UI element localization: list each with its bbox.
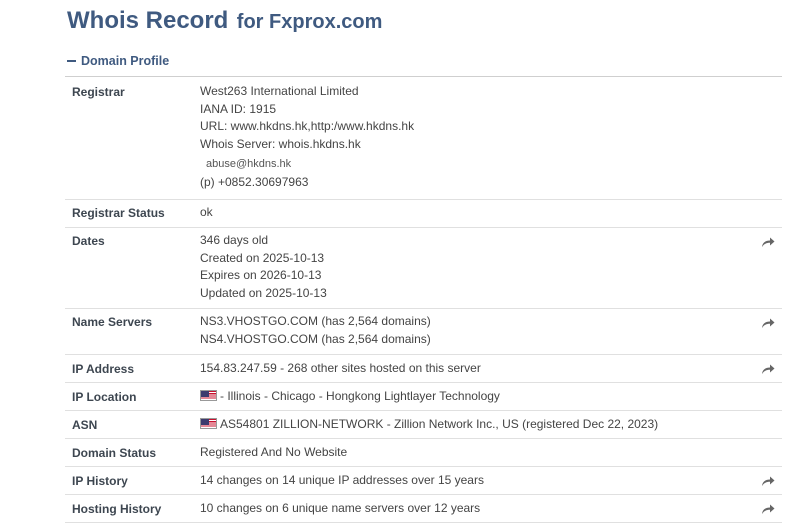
domain-profile-table: Registrar West263 International Limited …: [65, 76, 782, 523]
name-servers-value: NS3.VHOSTGO.COM (has 2,564 domains) NS4.…: [200, 313, 431, 348]
row-label-ip-location: IP Location: [72, 390, 137, 404]
domain-age: 346 days old: [200, 233, 269, 247]
page-title-main: Whois Record: [67, 7, 229, 34]
registrar-phone: (p) +0852.30697963: [200, 174, 309, 189]
page-title-domain: for Fxprox.com: [236, 11, 383, 33]
row-ip-address: IP Address 154.83.247.59 - 268 other sit…: [65, 355, 782, 383]
row-domain-status: Domain Status Registered And No Website: [65, 439, 782, 467]
registrar-url: URL: www.hkdns.hk,http:/www.hkdns.hk: [200, 119, 415, 134]
row-label-domain-status: Domain Status: [72, 446, 157, 460]
ip-address-value: 154.83.247.59 - 268 other sites hosted o…: [200, 361, 481, 375]
ip-location-text: - Illinois - Chicago - Hongkong Lightlay…: [220, 389, 500, 403]
row-name-servers: Name Servers NS3.VHOSTGO.COM (has 2,564 …: [65, 309, 782, 355]
section-title: Domain Profile: [81, 54, 170, 68]
row-label-registrar-status: Registrar Status: [72, 206, 165, 220]
row-label-registrar: Registrar: [72, 85, 125, 99]
dates-value: 346 days old Created on 2025-10-13 Expir…: [200, 232, 327, 303]
registrar-iana-id: IANA ID: 1915: [200, 101, 277, 116]
collapse-icon: [67, 60, 76, 62]
row-label-dates: Dates: [72, 234, 105, 248]
share-arrow-icon[interactable]: [761, 503, 775, 515]
name-server-1: NS3.VHOSTGO.COM (has 2,564 domains): [200, 314, 431, 328]
asn-text: AS54801 ZILLION-NETWORK - Zillion Networ…: [220, 417, 659, 431]
share-arrow-icon[interactable]: [761, 475, 775, 487]
expires-date: Expires on 2026-10-13: [200, 268, 322, 283]
page-title: Whois Record for Fxprox.com: [67, 7, 382, 35]
registrar-name: West263 International Limited: [200, 84, 359, 98]
share-arrow-icon[interactable]: [761, 236, 775, 248]
row-asn: ASN AS54801 ZILLION-NETWORK - Zillion Ne…: [65, 411, 782, 439]
row-dates: Dates 346 days old Created on 2025-10-13…: [65, 228, 782, 309]
row-label-ip-address: IP Address: [72, 362, 135, 376]
updated-date: Updated on 2025-10-13: [200, 286, 327, 301]
row-label-asn: ASN: [72, 418, 98, 432]
registrar-whois-server: Whois Server: whois.hkdns.hk: [200, 137, 361, 152]
row-ip-location: IP Location - Illinois - Chicago - Hongk…: [65, 383, 782, 411]
created-date: Created on 2025-10-13: [200, 250, 325, 265]
ip-history-value: 14 changes on 14 unique IP addresses ove…: [200, 473, 484, 487]
registrar-value: West263 International Limited IANA ID: 1…: [200, 83, 414, 192]
asn-value: AS54801 ZILLION-NETWORK - Zillion Networ…: [200, 416, 658, 434]
domain-status-value: Registered And No Website: [200, 445, 348, 459]
share-arrow-icon[interactable]: [761, 317, 775, 329]
row-registrar: Registrar West263 International Limited …: [65, 77, 782, 200]
domain-profile-toggle[interactable]: Domain Profile: [67, 54, 169, 68]
registrar-status-value: ok: [200, 205, 213, 219]
us-flag-icon: [200, 390, 217, 401]
us-flag-icon: [200, 418, 217, 429]
ip-location-value: - Illinois - Chicago - Hongkong Lightlay…: [200, 388, 500, 406]
share-arrow-icon[interactable]: [761, 363, 775, 375]
row-hosting-history: Hosting History 10 changes on 6 unique n…: [65, 495, 782, 523]
row-ip-history: IP History 14 changes on 14 unique IP ad…: [65, 467, 782, 495]
row-label-hosting-history: Hosting History: [72, 502, 162, 516]
row-label-name-servers: Name Servers: [72, 315, 153, 329]
row-label-ip-history: IP History: [72, 474, 128, 488]
row-registrar-status: Registrar Status ok: [65, 200, 782, 228]
hosting-history-value: 10 changes on 6 unique name servers over…: [200, 501, 481, 515]
registrar-email: abuse@hkdns.hk: [206, 157, 292, 170]
name-server-2: NS4.VHOSTGO.COM (has 2,564 domains): [200, 331, 431, 346]
